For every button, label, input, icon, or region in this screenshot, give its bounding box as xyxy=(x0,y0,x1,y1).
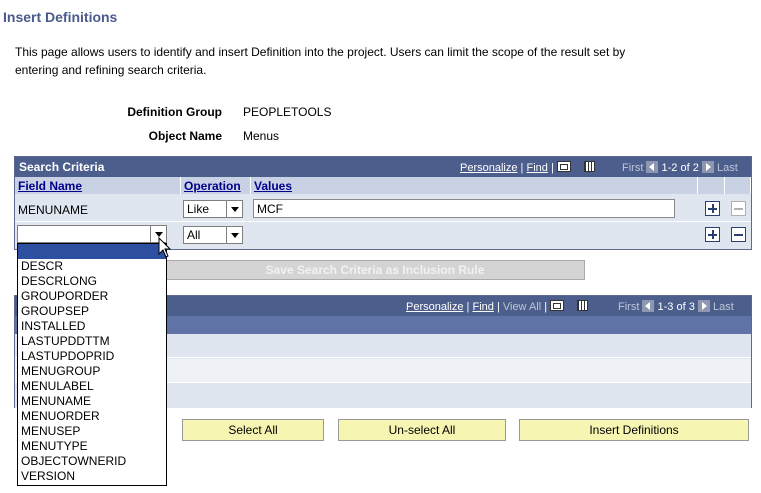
search-criteria-grid: Search Criteria Personalize | Find | Fir… xyxy=(14,156,752,250)
object-name-label: Object Name xyxy=(148,129,222,143)
last-label: Last xyxy=(716,162,738,174)
column-operation[interactable]: Operation xyxy=(181,177,251,194)
minus-icon[interactable] xyxy=(731,227,746,242)
grid-icon[interactable] xyxy=(577,300,589,311)
insert-definitions-button[interactable]: Insert Definitions xyxy=(519,419,749,441)
field-name-select[interactable] xyxy=(17,225,167,243)
zoom-icon[interactable] xyxy=(550,300,565,311)
view-all-label: View All xyxy=(502,301,542,313)
dropdown-option[interactable]: MENUTYPE xyxy=(18,439,166,454)
find-link[interactable]: Find xyxy=(472,301,493,313)
criteria-row: MENUNAME Like MCF xyxy=(15,197,751,222)
minus-icon xyxy=(731,201,746,216)
unselect-all-button[interactable]: Un-select All xyxy=(338,419,506,441)
column-delete xyxy=(725,177,751,194)
results-grid-pager: First 1-3 of 3 Last xyxy=(618,300,734,313)
first-label: First xyxy=(618,301,640,313)
column-values[interactable]: Values xyxy=(251,177,698,194)
first-label: First xyxy=(622,162,644,174)
operation-select[interactable]: Like xyxy=(183,200,243,218)
column-add xyxy=(698,177,725,194)
column-field-name[interactable]: Field Name xyxy=(15,177,181,194)
dropdown-option[interactable]: GROUPSEP xyxy=(18,304,166,319)
page-title: Insert Definitions xyxy=(3,9,118,25)
dropdown-option[interactable]: MENUSEP xyxy=(18,424,166,439)
plus-icon[interactable] xyxy=(705,227,720,242)
search-grid-title: Search Criteria xyxy=(19,160,105,174)
search-grid-header: Search Criteria Personalize | Find | Fir… xyxy=(15,157,751,177)
dropdown-option[interactable]: DESCRLONG xyxy=(18,274,166,289)
dropdown-option[interactable]: DESCR xyxy=(18,259,166,274)
dropdown-option[interactable]: LASTUPDDTTM xyxy=(18,334,166,349)
nav-left-icon[interactable] xyxy=(646,161,659,173)
range-label: 1-2 of 2 xyxy=(661,162,699,174)
field-name-value: MENUNAME xyxy=(18,203,89,217)
plus-icon[interactable] xyxy=(705,201,720,216)
nav-right-icon[interactable] xyxy=(697,300,710,312)
dropdown-option[interactable]: MENUORDER xyxy=(18,409,166,424)
dropdown-option[interactable]: MENULABEL xyxy=(18,379,166,394)
dropdown-option[interactable]: MENUNAME xyxy=(18,394,166,409)
operation-select[interactable]: All xyxy=(183,226,243,244)
dropdown-option[interactable]: LASTUPDOPRID xyxy=(18,349,166,364)
select-all-button[interactable]: Select All xyxy=(182,419,324,441)
find-link[interactable]: Find xyxy=(526,162,547,174)
results-grid-toolbar: Personalize | Find | View All | xyxy=(406,300,589,313)
grid-icon[interactable] xyxy=(583,161,595,172)
personalize-link[interactable]: Personalize xyxy=(406,301,463,313)
values-input[interactable]: MCF xyxy=(253,199,675,218)
object-name-value: Menus xyxy=(243,129,280,143)
operation-value: All xyxy=(187,228,201,242)
definition-group-label: Definition Group xyxy=(127,105,222,119)
operation-value: Like xyxy=(187,202,210,216)
definition-group-value: PEOPLETOOLS xyxy=(243,105,332,119)
personalize-link[interactable]: Personalize xyxy=(460,162,517,174)
zoom-icon[interactable] xyxy=(556,161,571,172)
save-inclusion-rule-button: Save Search Criteria as Inclusion Rule xyxy=(165,260,585,280)
nav-left-icon[interactable] xyxy=(642,300,655,312)
mouse-cursor-icon xyxy=(158,237,172,258)
dropdown-option[interactable]: MENUGROUP xyxy=(18,364,166,379)
dropdown-option[interactable]: VERSION xyxy=(18,469,166,484)
page-description: This page allows users to identify and i… xyxy=(15,45,626,77)
range-label: 1-3 of 3 xyxy=(657,301,695,313)
search-grid-pager: First 1-2 of 2 Last xyxy=(622,161,738,174)
dropdown-option[interactable]: OBJECTOWNERID xyxy=(18,454,166,469)
dropdown-option[interactable]: INSTALLED xyxy=(18,319,166,334)
nav-right-icon[interactable] xyxy=(701,161,714,173)
field-name-dropdown-list[interactable]: DESCR DESCRLONG GROUPORDER GROUPSEP INST… xyxy=(17,243,167,486)
last-label: Last xyxy=(712,301,734,313)
dropdown-arrow-icon[interactable] xyxy=(226,201,242,217)
dropdown-option[interactable]: GROUPORDER xyxy=(18,289,166,304)
dropdown-arrow-icon[interactable] xyxy=(226,227,242,243)
dropdown-option[interactable] xyxy=(18,244,166,259)
search-grid-toolbar: Personalize | Find | xyxy=(460,161,595,174)
